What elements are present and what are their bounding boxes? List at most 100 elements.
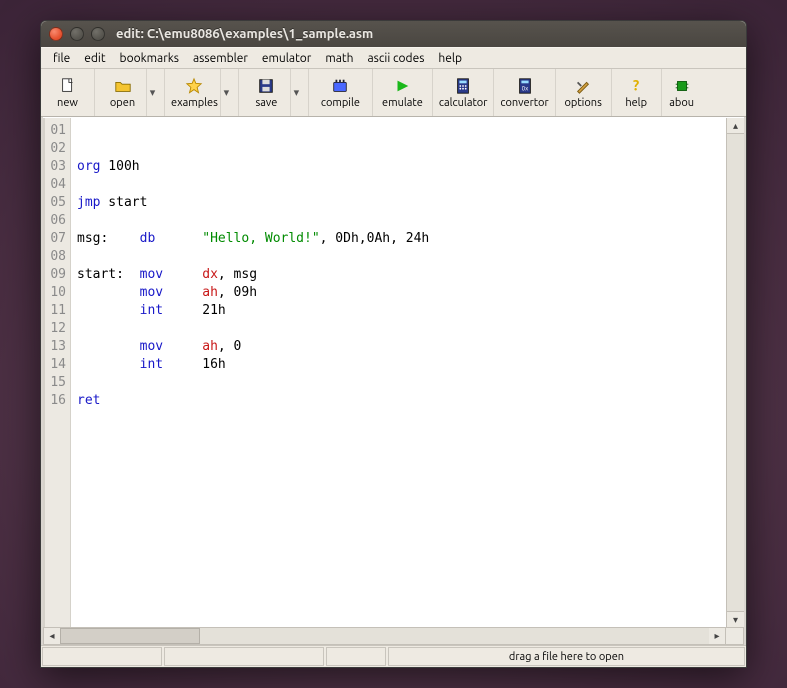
scroll-right-icon[interactable]: ▸: [709, 628, 725, 644]
hscroll-track[interactable]: [60, 628, 709, 644]
scroll-down-icon[interactable]: ▾: [727, 611, 744, 627]
status-drag-file[interactable]: drag a file here to open: [388, 647, 745, 666]
menu-file[interactable]: file: [47, 50, 76, 67]
chip-icon: [672, 77, 692, 95]
editor-area: 01020304050607080910111213141516 org 100…: [43, 117, 744, 627]
line-number: 13: [45, 338, 66, 356]
star-icon: [184, 77, 204, 95]
code-line[interactable]: mov ah, 09h: [77, 284, 720, 302]
new-button[interactable]: new: [41, 69, 95, 116]
open-dropdown-icon[interactable]: ▾: [146, 69, 158, 116]
help-icon: ?: [626, 77, 646, 95]
about-label: abou: [669, 97, 694, 109]
svg-text:0x: 0x: [521, 85, 529, 92]
calculator-label: calculator: [439, 97, 487, 109]
examples-dropdown-icon[interactable]: ▾: [220, 69, 232, 116]
svg-text:?: ?: [633, 77, 639, 93]
options-button[interactable]: options: [556, 69, 612, 116]
examples-button[interactable]: examples ▾: [165, 69, 239, 116]
code-line[interactable]: msg: db "Hello, World!", 0Dh,0Ah, 24h: [77, 230, 720, 248]
menu-math[interactable]: math: [319, 50, 359, 67]
window-title: edit: C:\emu8086\examples\1_sample.asm: [116, 27, 373, 41]
compile-button[interactable]: compile: [309, 69, 373, 116]
code-line[interactable]: [77, 374, 720, 392]
line-number: 08: [45, 248, 66, 266]
code-line[interactable]: ret: [77, 392, 720, 410]
vertical-scrollbar[interactable]: ▴ ▾: [726, 118, 744, 627]
menu-bookmarks[interactable]: bookmarks: [114, 50, 185, 67]
statusbar: drag a file here to open: [41, 645, 746, 667]
horizontal-scrollbar[interactable]: ◂ ▸: [43, 627, 744, 645]
code-line[interactable]: [77, 122, 720, 140]
help-label: help: [625, 97, 647, 109]
code-line[interactable]: mov ah, 0: [77, 338, 720, 356]
line-number: 07: [45, 230, 66, 248]
line-number: 04: [45, 176, 66, 194]
scroll-left-icon[interactable]: ◂: [44, 628, 60, 644]
line-number-gutter: 01020304050607080910111213141516: [43, 118, 71, 627]
code-line[interactable]: org 100h: [77, 158, 720, 176]
save-button[interactable]: save ▾: [239, 69, 309, 116]
line-number: 09: [45, 266, 66, 284]
about-button[interactable]: abou: [662, 69, 702, 116]
menu-assembler[interactable]: assembler: [187, 50, 254, 67]
line-number: 06: [45, 212, 66, 230]
save-icon: [256, 77, 276, 95]
status-cell-1: [42, 647, 162, 666]
save-label: save: [255, 97, 277, 109]
examples-label: examples: [171, 97, 218, 109]
hscroll-thumb[interactable]: [60, 628, 200, 644]
toolbar: new open ▾ examples ▾ save ▾ compile: [41, 69, 746, 117]
line-number: 12: [45, 320, 66, 338]
line-number: 16: [45, 392, 66, 410]
new-file-icon: [58, 77, 78, 95]
convertor-label: convertor: [500, 97, 548, 109]
code-line[interactable]: [77, 212, 720, 230]
menu-help[interactable]: help: [432, 50, 468, 67]
line-number: 15: [45, 374, 66, 392]
window-minimize-icon[interactable]: [70, 27, 84, 41]
emulate-button[interactable]: emulate: [373, 69, 433, 116]
save-dropdown-icon[interactable]: ▾: [290, 69, 302, 116]
open-folder-icon: [113, 77, 133, 95]
code-line[interactable]: int 21h: [77, 302, 720, 320]
line-number: 02: [45, 140, 66, 158]
code-line[interactable]: [77, 248, 720, 266]
open-button[interactable]: open ▾: [95, 69, 165, 116]
line-number: 05: [45, 194, 66, 212]
app-window: edit: C:\emu8086\examples\1_sample.asm f…: [40, 20, 747, 668]
convertor-icon: 0x: [515, 77, 535, 95]
new-label: new: [57, 97, 78, 109]
code-line[interactable]: jmp start: [77, 194, 720, 212]
titlebar[interactable]: edit: C:\emu8086\examples\1_sample.asm: [41, 21, 746, 47]
window-close-icon[interactable]: [49, 27, 63, 41]
help-button[interactable]: ? help: [612, 69, 662, 116]
status-cell-3: [326, 647, 386, 666]
code-editor[interactable]: org 100h jmp start msg: db "Hello, World…: [71, 118, 726, 627]
code-line[interactable]: int 16h: [77, 356, 720, 374]
code-line[interactable]: [77, 176, 720, 194]
calculator-button[interactable]: calculator: [433, 69, 494, 116]
tools-icon: [573, 77, 593, 95]
menu-emulator[interactable]: emulator: [256, 50, 317, 67]
options-label: options: [564, 97, 601, 109]
scroll-up-icon[interactable]: ▴: [727, 118, 744, 134]
line-number: 01: [45, 122, 66, 140]
open-label: open: [110, 97, 135, 109]
menu-edit[interactable]: edit: [78, 50, 111, 67]
code-line[interactable]: [77, 320, 720, 338]
compile-icon: [330, 77, 350, 95]
code-line[interactable]: start: mov dx, msg: [77, 266, 720, 284]
status-cell-2: [164, 647, 324, 666]
scroll-corner: [725, 628, 743, 644]
line-number: 10: [45, 284, 66, 302]
code-line[interactable]: [77, 140, 720, 158]
line-number: 11: [45, 302, 66, 320]
menu-ascii-codes[interactable]: ascii codes: [361, 50, 430, 67]
line-number: 03: [45, 158, 66, 176]
convertor-button[interactable]: 0x convertor: [494, 69, 555, 116]
menubar: file edit bookmarks assembler emulator m…: [41, 47, 746, 69]
emulate-label: emulate: [382, 97, 423, 109]
window-maximize-icon[interactable]: [91, 27, 105, 41]
compile-label: compile: [321, 97, 360, 109]
